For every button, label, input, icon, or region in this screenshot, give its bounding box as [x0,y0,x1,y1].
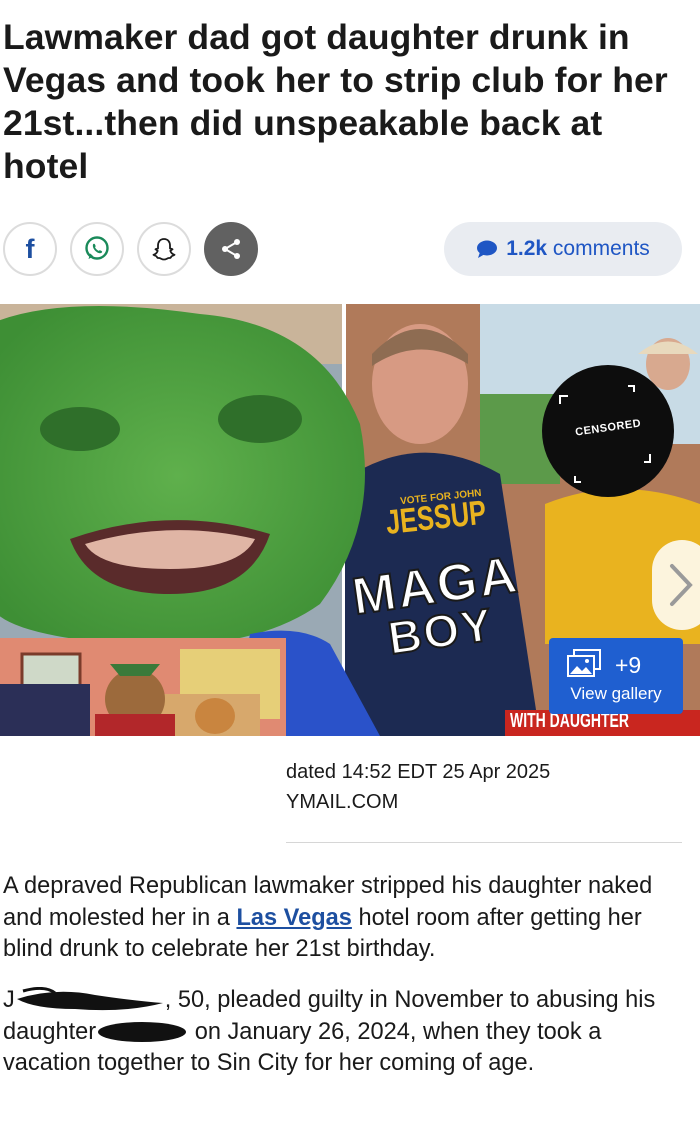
paragraph-2-initial: J [3,987,15,1013]
comments-label: comments [552,237,650,260]
article-paragraph-1: A depraved Republican lawmaker stripped … [3,871,693,966]
redaction-scribble [16,986,163,1010]
gallery-icon [567,649,601,677]
chevron-right-icon [670,564,693,606]
comments-count: 1.2k [506,237,548,260]
gallery-label: View gallery [570,684,662,703]
share-button[interactable] [204,222,258,276]
article-headline: Lawmaker dad got daughter drunk in Vegas… [3,17,668,186]
redaction-scribble [98,1022,187,1043]
share-icon [222,239,240,259]
comment-bubble-icon [477,240,498,258]
facebook-icon: f [25,233,35,264]
gallery-count: +9 [615,652,642,678]
article-source: YMAIL.COM [286,791,399,813]
divider [286,842,682,843]
las-vegas-link[interactable]: Las Vegas [236,905,351,931]
snapchat-icon [152,238,176,261]
snapchat-share-button[interactable] [137,222,191,276]
whatsapp-icon [85,236,109,260]
whatsapp-share-button[interactable] [70,222,124,276]
facebook-share-button[interactable]: f [3,222,57,276]
comments-button[interactable]: 1.2k comments [444,222,682,276]
article-paragraph-2: J , 50, pleaded guilty in November to ab… [3,985,693,1080]
article-date: dated 14:52 EDT 25 Apr 2025 [286,761,551,783]
gallery-next-button[interactable] [652,540,700,630]
view-gallery-button[interactable]: +9 View gallery [549,638,683,714]
